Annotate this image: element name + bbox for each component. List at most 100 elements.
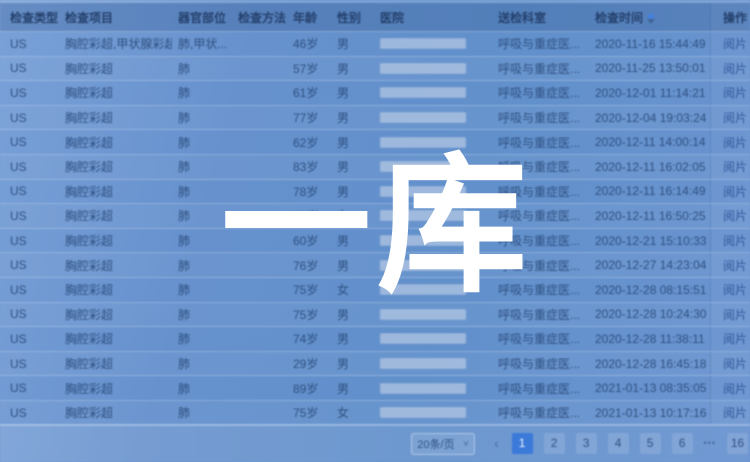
cell-dept: 呼吸与重症医... bbox=[490, 158, 588, 175]
view-film-link[interactable]: 阅片 bbox=[723, 281, 747, 298]
page-button-2[interactable]: 2 bbox=[544, 433, 565, 454]
hospital-redacted-block bbox=[380, 260, 466, 271]
view-film-link[interactable]: 阅片 bbox=[723, 207, 747, 224]
sort-caret-up-icon[interactable] bbox=[647, 13, 655, 18]
cell-action: 阅片 bbox=[710, 155, 750, 179]
cell-time: 2020-12-11 16:02:05 bbox=[588, 160, 710, 174]
cell-action: 阅片 bbox=[710, 81, 750, 105]
column-header-time[interactable]: 检查时间 bbox=[588, 9, 710, 26]
cell-item: 胸腔彩超 bbox=[58, 207, 172, 224]
view-film-link[interactable]: 阅片 bbox=[723, 232, 747, 249]
cell-hospital bbox=[372, 38, 490, 49]
view-film-link[interactable]: 阅片 bbox=[723, 109, 747, 126]
cell-dept: 呼吸与重症医... bbox=[490, 207, 588, 224]
cell-time: 2021-01-13 10:17:16 bbox=[588, 406, 710, 420]
column-header-method: 检查方法 bbox=[230, 9, 288, 26]
table-row: US胸腔彩超肺75岁男呼吸与重症医...2020-12-28 10:24:30阅… bbox=[0, 303, 750, 328]
cell-action: 阅片 bbox=[710, 57, 750, 81]
cell-dept: 呼吸与重症医... bbox=[490, 355, 588, 372]
cell-item: 胸腔彩超 bbox=[58, 232, 172, 249]
column-header-action: 操作 bbox=[710, 3, 750, 31]
cell-time: 2021-01-13 08:35:05 bbox=[588, 381, 710, 395]
hospital-redacted-block bbox=[380, 63, 466, 74]
cell-dept: 呼吸与重症医... bbox=[490, 183, 588, 200]
cell-hospital bbox=[372, 333, 490, 344]
cell-age: 29岁 bbox=[288, 355, 330, 372]
page-button-6[interactable]: 6 bbox=[672, 433, 693, 454]
cell-organ: 肺 bbox=[172, 330, 230, 347]
cell-dept: 呼吸与重症医... bbox=[490, 232, 588, 249]
page-button-last[interactable]: 16 bbox=[727, 433, 748, 454]
table-row: US胸腔彩超肺75岁女呼吸与重症医...2021-01-13 10:17:16阅… bbox=[0, 401, 750, 426]
cell-gender: 男 bbox=[330, 84, 372, 101]
hospital-redacted-block bbox=[380, 87, 466, 98]
page-button-1[interactable]: 1 bbox=[512, 433, 533, 454]
table-row: US胸腔彩超肺76岁女呼吸与重症医...2020-12-11 16:50:25阅… bbox=[0, 204, 750, 229]
prev-page-button[interactable]: ‹ bbox=[492, 433, 500, 454]
view-film-link[interactable]: 阅片 bbox=[723, 134, 747, 151]
view-film-link[interactable]: 阅片 bbox=[723, 84, 747, 101]
cell-action: 阅片 bbox=[710, 376, 750, 400]
cell-gender: 女 bbox=[330, 404, 372, 421]
cell-age: 62岁 bbox=[288, 134, 330, 151]
sort-carets[interactable] bbox=[647, 13, 655, 24]
cell-dept: 呼吸与重症医... bbox=[490, 84, 588, 101]
cell-type: US bbox=[0, 357, 58, 371]
cell-gender: 男 bbox=[330, 330, 372, 347]
cell-gender: 男 bbox=[330, 183, 372, 200]
cell-organ: 肺 bbox=[172, 232, 230, 249]
page-button-5[interactable]: 5 bbox=[640, 433, 661, 454]
cell-type: US bbox=[0, 86, 58, 100]
cell-hospital bbox=[372, 87, 490, 98]
cell-type: US bbox=[0, 283, 58, 297]
page-button-4[interactable]: 4 bbox=[608, 433, 629, 454]
view-film-link[interactable]: 阅片 bbox=[723, 330, 747, 347]
cell-item: 胸腔彩超 bbox=[58, 84, 172, 101]
cell-hospital bbox=[372, 235, 490, 246]
view-film-link[interactable]: 阅片 bbox=[723, 355, 747, 372]
table-row: US胸腔彩超,甲状腺彩超肺,甲状...46岁男呼吸与重症医...2020-11-… bbox=[0, 32, 750, 57]
cell-organ: 肺 bbox=[172, 109, 230, 126]
cell-organ: 肺 bbox=[172, 306, 230, 323]
cell-age: 83岁 bbox=[288, 158, 330, 175]
cell-action: 阅片 bbox=[710, 303, 750, 327]
cell-dept: 呼吸与重症医... bbox=[490, 35, 588, 52]
table-row: US胸腔彩超肺75岁女呼吸与重症医...2020-12-28 08:15:51阅… bbox=[0, 278, 750, 303]
cell-hospital bbox=[372, 309, 490, 320]
view-film-link[interactable]: 阅片 bbox=[723, 306, 747, 323]
column-header-label: 性别 bbox=[337, 11, 361, 25]
view-film-link[interactable]: 阅片 bbox=[723, 404, 747, 421]
view-film-link[interactable]: 阅片 bbox=[723, 183, 747, 200]
hospital-redacted-block bbox=[380, 161, 466, 172]
hospital-redacted-block bbox=[380, 210, 466, 221]
cell-dept: 呼吸与重症医... bbox=[490, 134, 588, 151]
view-film-link[interactable]: 阅片 bbox=[723, 257, 747, 274]
table-row: US胸腔彩超肺76岁男呼吸与重症医...2020-12-27 14:23:04阅… bbox=[0, 253, 750, 278]
table-row: US胸腔彩超肺89岁男呼吸与重症医...2021-01-13 08:35:05阅… bbox=[0, 376, 750, 401]
cell-hospital bbox=[372, 358, 490, 369]
view-film-link[interactable]: 阅片 bbox=[723, 35, 747, 52]
table-row: US胸腔彩超肺77岁男呼吸与重症医...2020-12-04 19:03:24阅… bbox=[0, 106, 750, 131]
hospital-redacted-block bbox=[380, 137, 466, 148]
cell-type: US bbox=[0, 406, 58, 420]
hospital-redacted-block bbox=[380, 284, 466, 295]
cell-age: 76岁 bbox=[288, 257, 330, 274]
cell-item: 胸腔彩超 bbox=[58, 257, 172, 274]
page-size-select[interactable]: 20条/页 ∨ bbox=[411, 433, 475, 455]
cell-dept: 呼吸与重症医... bbox=[490, 109, 588, 126]
view-film-link[interactable]: 阅片 bbox=[723, 380, 747, 397]
cell-age: 57岁 bbox=[288, 60, 330, 77]
cell-time: 2020-11-16 15:44:49 bbox=[588, 37, 710, 51]
sort-caret-down-icon[interactable] bbox=[647, 19, 655, 24]
table-row: US胸腔彩超肺29岁男呼吸与重症医...2020-12-28 16:45:18阅… bbox=[0, 352, 750, 377]
cell-type: US bbox=[0, 160, 58, 174]
pagination-ellipsis: ••• bbox=[704, 433, 716, 454]
cell-organ: 肺,甲状... bbox=[172, 35, 230, 52]
column-header-label: 检查类型 bbox=[10, 11, 58, 25]
cell-hospital bbox=[372, 210, 490, 221]
cell-item: 胸腔彩超,甲状腺彩超 bbox=[58, 35, 172, 52]
view-film-link[interactable]: 阅片 bbox=[723, 60, 747, 77]
page-button-3[interactable]: 3 bbox=[576, 433, 597, 454]
view-film-link[interactable]: 阅片 bbox=[723, 158, 747, 175]
column-header-label: 医院 bbox=[380, 11, 404, 25]
